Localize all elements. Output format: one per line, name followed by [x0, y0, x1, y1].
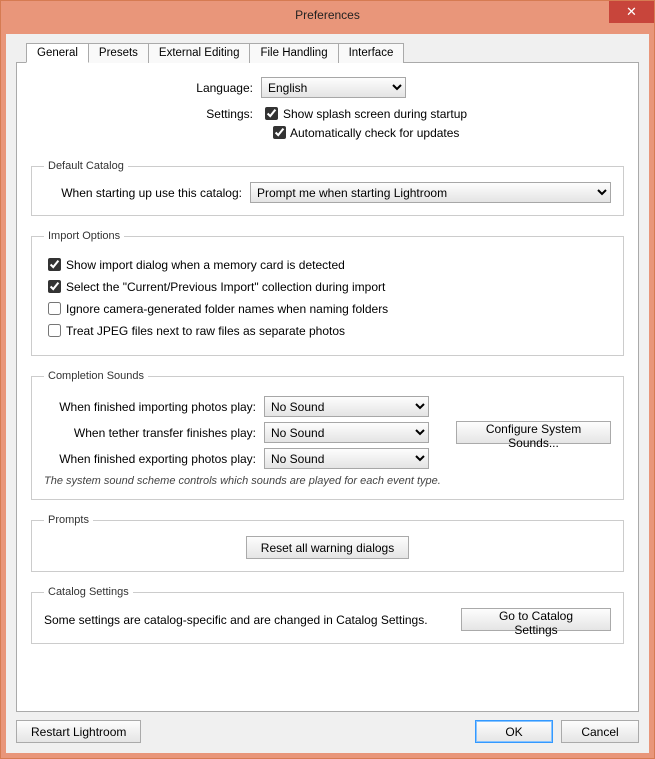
- import-ignore-folder-names-label: Ignore camera-generated folder names whe…: [66, 302, 388, 316]
- sound-export-select[interactable]: No Sound: [264, 448, 429, 469]
- default-catalog-select[interactable]: Prompt me when starting Lightroom: [250, 182, 611, 203]
- completion-sounds-hint: The system sound scheme controls which s…: [44, 475, 611, 487]
- import-treat-jpeg-label: Treat JPEG files next to raw files as se…: [66, 324, 345, 338]
- close-button[interactable]: ✕: [609, 1, 654, 23]
- default-catalog-group: Default Catalog When starting up use thi…: [31, 160, 624, 216]
- completion-sounds-group: Completion Sounds When finished importin…: [31, 370, 624, 500]
- tab-interface[interactable]: Interface: [338, 43, 405, 63]
- ok-button[interactable]: OK: [475, 720, 553, 743]
- sound-tether-select[interactable]: No Sound: [264, 422, 429, 443]
- default-catalog-legend: Default Catalog: [44, 160, 128, 172]
- import-options-legend: Import Options: [44, 230, 124, 242]
- settings-label: Settings:: [31, 107, 261, 121]
- import-treat-jpeg-checkbox[interactable]: [48, 324, 61, 337]
- configure-sounds-button[interactable]: Configure System Sounds...: [456, 421, 611, 444]
- reset-warnings-button[interactable]: Reset all warning dialogs: [246, 536, 409, 559]
- catalog-settings-text: Some settings are catalog-specific and a…: [44, 613, 428, 627]
- auto-update-label: Automatically check for updates: [290, 126, 459, 140]
- dialog-footer: Restart Lightroom OK Cancel: [16, 712, 639, 743]
- prompts-legend: Prompts: [44, 514, 93, 526]
- show-splash-label: Show splash screen during startup: [283, 107, 467, 121]
- sound-export-label: When finished exporting photos play:: [44, 452, 264, 466]
- cancel-button[interactable]: Cancel: [561, 720, 639, 743]
- language-label: Language:: [31, 81, 261, 95]
- client-area: General Presets External Editing File Ha…: [6, 34, 649, 753]
- tab-strip: General Presets External Editing File Ha…: [26, 43, 639, 63]
- catalog-settings-group: Catalog Settings Some settings are catal…: [31, 586, 624, 644]
- default-catalog-label: When starting up use this catalog:: [52, 186, 242, 200]
- top-settings: Language: English Settings: Show splash …: [31, 77, 624, 146]
- catalog-settings-legend: Catalog Settings: [44, 586, 133, 598]
- language-select[interactable]: English: [261, 77, 406, 98]
- titlebar: Preferences ✕: [1, 1, 654, 29]
- import-select-collection-checkbox[interactable]: [48, 280, 61, 293]
- import-options-group: Import Options Show import dialog when a…: [31, 230, 624, 356]
- preferences-window: Preferences ✕ General Presets External E…: [0, 0, 655, 759]
- auto-update-checkbox[interactable]: [273, 126, 286, 139]
- restart-lightroom-button[interactable]: Restart Lightroom: [16, 720, 141, 743]
- close-icon: ✕: [626, 4, 637, 20]
- tab-external-editing[interactable]: External Editing: [148, 43, 251, 63]
- import-show-dialog-label: Show import dialog when a memory card is…: [66, 258, 345, 272]
- import-select-collection-label: Select the "Current/Previous Import" col…: [66, 280, 385, 294]
- prompts-group: Prompts Reset all warning dialogs: [31, 514, 624, 572]
- tab-presets[interactable]: Presets: [88, 43, 149, 63]
- completion-sounds-legend: Completion Sounds: [44, 370, 148, 382]
- tab-panel-general: Language: English Settings: Show splash …: [16, 62, 639, 712]
- sound-import-label: When finished importing photos play:: [44, 400, 264, 414]
- tab-file-handling[interactable]: File Handling: [249, 43, 338, 63]
- import-show-dialog-checkbox[interactable]: [48, 258, 61, 271]
- sound-tether-label: When tether transfer finishes play:: [44, 426, 264, 440]
- show-splash-checkbox[interactable]: [265, 107, 278, 120]
- sound-import-select[interactable]: No Sound: [264, 396, 429, 417]
- import-ignore-folder-names-checkbox[interactable]: [48, 302, 61, 315]
- window-title: Preferences: [295, 8, 360, 22]
- goto-catalog-settings-button[interactable]: Go to Catalog Settings: [461, 608, 611, 631]
- tab-general[interactable]: General: [26, 43, 89, 63]
